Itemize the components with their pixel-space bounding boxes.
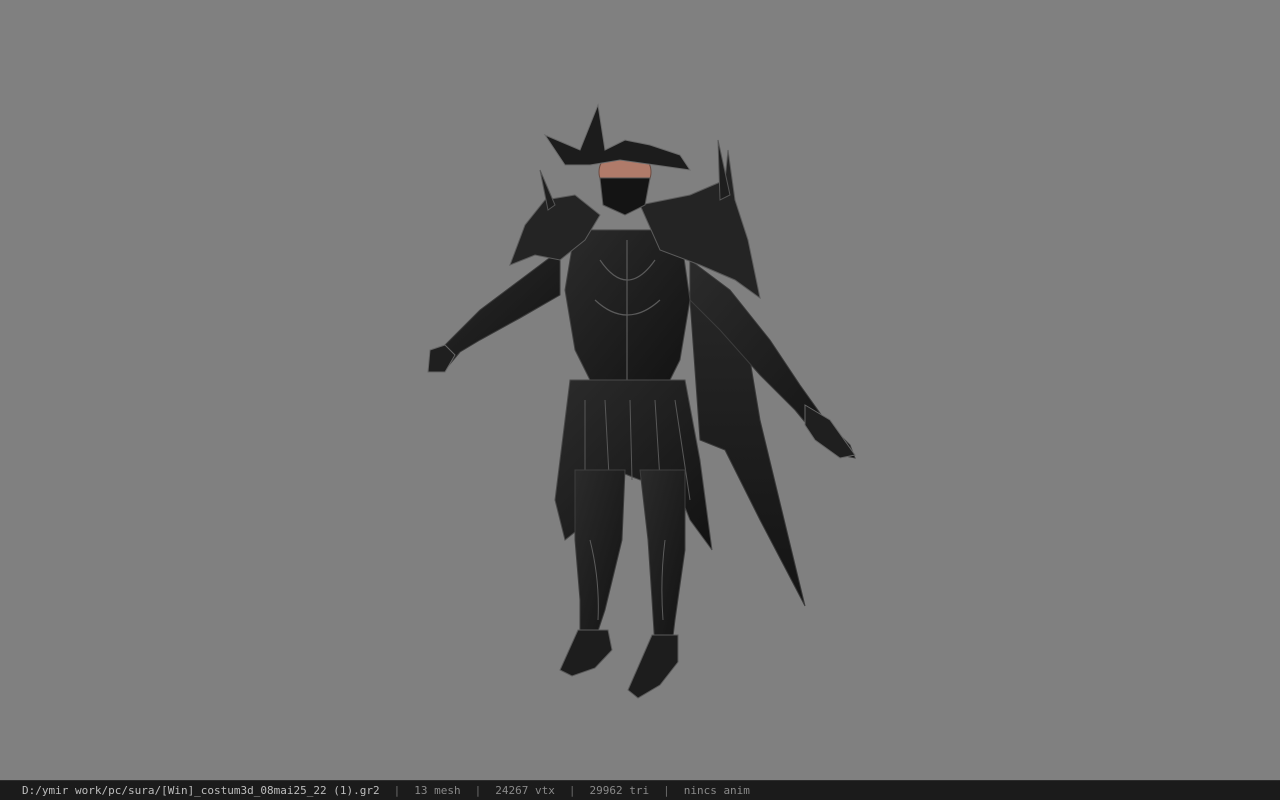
crown-shape	[543, 103, 692, 171]
left-leg-shape	[574, 469, 626, 646]
animation-label: nincs anim	[683, 784, 750, 797]
separator: |	[663, 784, 670, 797]
status-bar: D:/ymir work/pc/sura/[Win]_costum3d_08ma…	[0, 780, 1280, 800]
file-path-label: D:/ymir work/pc/sura/[Win]_costum3d_08ma…	[22, 784, 380, 797]
right-leg-shape	[639, 469, 686, 649]
character-model	[427, 103, 856, 699]
separator: |	[474, 784, 482, 797]
left-foot-shape	[559, 629, 613, 677]
triangle-count-label: 29962 tri	[589, 784, 650, 797]
separator: |	[568, 784, 576, 797]
mesh-count-label: 13 mesh	[414, 784, 461, 797]
separator: |	[393, 784, 401, 797]
right-hand-shape	[804, 404, 856, 459]
3d-viewport[interactable]	[0, 0, 1280, 780]
vertex-count-label: 24267 vtx	[495, 784, 555, 797]
right-foot-shape	[627, 634, 679, 699]
